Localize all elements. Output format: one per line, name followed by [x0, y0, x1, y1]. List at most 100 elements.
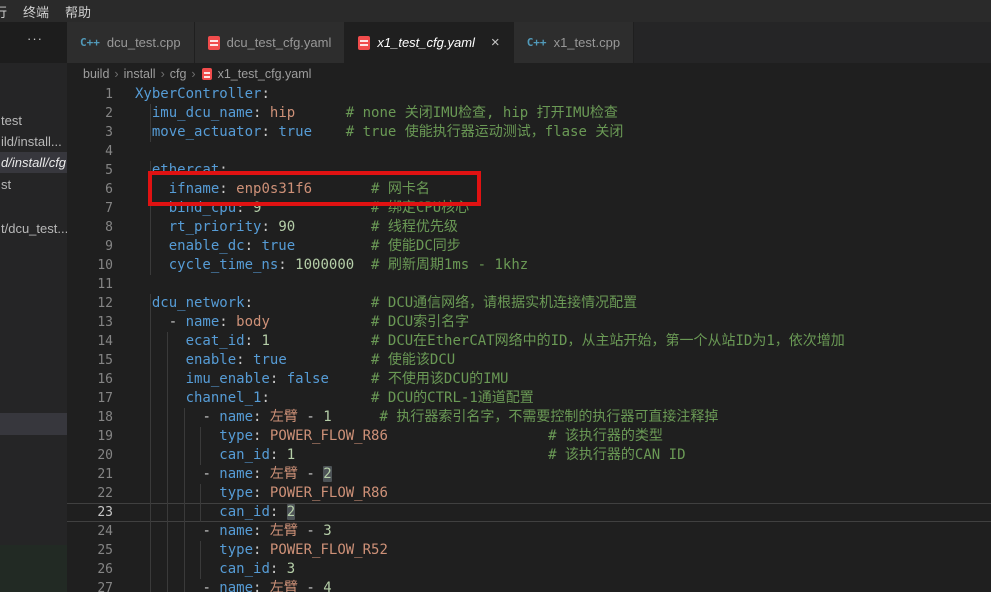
token — [261, 542, 269, 558]
code-line[interactable]: 16 imu_enable: false# 不使用该DCU的IMU — [67, 370, 991, 389]
code-text: imu_enable: false — [135, 370, 329, 389]
code-line[interactable]: 3 move_actuator: true# true 使能执行器运动测试，fl… — [67, 123, 991, 142]
token: 左臂 — [270, 580, 298, 592]
comment: # DCU通信网络，请根据实机连接情况配置 — [371, 294, 637, 313]
indent-guide — [200, 484, 201, 503]
side-panel-item[interactable]: ild/install... — [0, 131, 67, 152]
indent-guide — [184, 484, 185, 503]
token: dcu_network — [152, 295, 245, 311]
code-text: dcu_network: — [135, 294, 253, 313]
yaml-file-icon — [358, 36, 370, 50]
code-line[interactable]: 23 can_id: 2 — [67, 503, 991, 522]
code-line[interactable]: 1XyberController: — [67, 85, 991, 104]
code-line[interactable]: 11 — [67, 275, 991, 294]
line-number: 9 — [67, 237, 113, 256]
code-line[interactable]: 4 — [67, 142, 991, 161]
close-icon[interactable]: × — [491, 35, 500, 50]
code-line[interactable]: 13 - name: body# DCU索引名字 — [67, 313, 991, 332]
token — [261, 523, 269, 539]
token: 3 — [323, 523, 331, 539]
line-number: 6 — [67, 180, 113, 199]
code-line[interactable]: 12 dcu_network:# DCU通信网络，请根据实机连接情况配置 — [67, 294, 991, 313]
code-line[interactable]: 22 type: POWER_FLOW_R86 — [67, 484, 991, 503]
breadcrumb-item[interactable]: cfg — [168, 67, 189, 81]
indent-guide — [150, 237, 151, 256]
indent-guide — [167, 465, 168, 484]
tab-label: dcu_test_cfg.yaml — [227, 35, 332, 50]
code-line[interactable]: 24 - name: 左臂 - 3 — [67, 522, 991, 541]
code-text: type: POWER_FLOW_R86 — [135, 484, 388, 503]
menu-item-1[interactable]: 行 — [0, 2, 15, 21]
indent-guide — [150, 389, 151, 408]
code-line[interactable]: 21 - name: 左臂 - 2 — [67, 465, 991, 484]
indent-guide — [167, 351, 168, 370]
token: enp0s31f6 — [236, 181, 312, 197]
token: true — [261, 238, 295, 254]
code-line[interactable]: 2 imu_dcu_name: hip# none 关闭IMU检查, hip 打… — [67, 104, 991, 123]
code-line[interactable]: 5 ethercat: — [67, 161, 991, 180]
code-area[interactable]: 1XyberController:2 imu_dcu_name: hip# no… — [67, 85, 991, 592]
tab-dcu_test_cfg.yaml[interactable]: dcu_test_cfg.yaml — [195, 22, 346, 63]
side-panel-item[interactable]: d/install/cfg — [0, 152, 67, 173]
token: XyberController — [135, 86, 261, 102]
code-line[interactable]: 20 can_id: 1# 该执行器的CAN ID — [67, 446, 991, 465]
more-actions-icon[interactable]: ··· — [27, 31, 43, 46]
side-panel-item[interactable]: st — [0, 174, 67, 195]
code-line[interactable]: 19 type: POWER_FLOW_R86# 该执行器的类型 — [67, 427, 991, 446]
token: enable_dc — [169, 238, 245, 254]
code-text: cycle_time_ns: 1000000 — [135, 256, 354, 275]
breadcrumb-item[interactable]: install — [122, 67, 158, 81]
tab-x1_test.cpp[interactable]: C++x1_test.cpp — [514, 22, 634, 63]
indent-guide — [150, 503, 151, 522]
token: can_id — [219, 504, 270, 520]
indent-guide — [150, 294, 151, 313]
breadcrumb-item[interactable]: x1_test_cfg.yaml — [216, 67, 314, 81]
indent-guide — [150, 484, 151, 503]
line-number: 3 — [67, 123, 113, 142]
side-panel-highlight-row[interactable] — [0, 413, 67, 435]
code-text: enable_dc: true — [135, 237, 295, 256]
indent-guide — [184, 579, 185, 592]
breadcrumb-item[interactable]: build — [81, 67, 111, 81]
tab-bar: C++dcu_test.cpp dcu_test_cfg.yaml x1_test_… — [67, 22, 991, 63]
token: can_id — [219, 561, 270, 577]
code-line[interactable]: 7 bind_cpu: 9# 绑定CPU核心 — [67, 199, 991, 218]
indent-guide — [167, 522, 168, 541]
breadcrumb: build›install›cfg›x1_test_cfg.yaml — [67, 63, 991, 85]
token — [278, 371, 286, 387]
token — [278, 561, 286, 577]
breadcrumb-separator-icon: › — [188, 67, 198, 81]
code-line[interactable]: 15 enable: true# 使能该DCU — [67, 351, 991, 370]
token: imu_enable — [186, 371, 270, 387]
code-text: - name: body — [135, 313, 270, 332]
menu-item-2[interactable]: 终端 — [15, 2, 57, 21]
code-line[interactable]: 10 cycle_time_ns: 1000000# 刷新周期1ms - 1kh… — [67, 256, 991, 275]
code-line[interactable]: 18 - name: 左臂 - 1# 执行器索引名字，不需要控制的执行器可直接注… — [67, 408, 991, 427]
tab-x1_test_cfg.yaml[interactable]: x1_test_cfg.yaml× — [345, 22, 513, 63]
menu-item-3[interactable]: 帮助 — [57, 2, 99, 21]
line-number: 15 — [67, 351, 113, 370]
token: name — [219, 409, 253, 425]
code-line[interactable]: 14 ecat_id: 1# DCU在EtherCAT网络中的ID，从主站开始，… — [67, 332, 991, 351]
side-panel-item[interactable]: test — [0, 110, 67, 131]
code-line[interactable]: 9 enable_dc: true# 使能DC同步 — [67, 237, 991, 256]
code-line[interactable]: 8 rt_priority: 90# 线程优先级 — [67, 218, 991, 237]
token: imu_dcu_name — [152, 105, 253, 121]
code-text: - name: 左臂 - 2 — [135, 465, 332, 484]
side-panel-header: ··· — [0, 22, 67, 63]
token — [228, 314, 236, 330]
token: 左臂 — [270, 409, 298, 425]
code-line[interactable]: 26 can_id: 3 — [67, 560, 991, 579]
indent-guide — [184, 465, 185, 484]
tab-dcu_test.cpp[interactable]: C++dcu_test.cpp — [67, 22, 195, 63]
menubar: 行终端帮助 — [0, 0, 991, 22]
token — [261, 485, 269, 501]
code-line[interactable]: 27 - name: 左臂 - 4 — [67, 579, 991, 592]
code-line[interactable]: 6 ifname: enp0s31f6# 网卡名 — [67, 180, 991, 199]
token — [135, 523, 202, 539]
token: false — [287, 371, 329, 387]
code-line[interactable]: 17 channel_1:# DCU的CTRL-1通道配置 — [67, 389, 991, 408]
code-line[interactable]: 25 type: POWER_FLOW_R52 — [67, 541, 991, 560]
token — [135, 200, 169, 216]
side-panel-item[interactable]: t/dcu_test... — [0, 218, 67, 239]
